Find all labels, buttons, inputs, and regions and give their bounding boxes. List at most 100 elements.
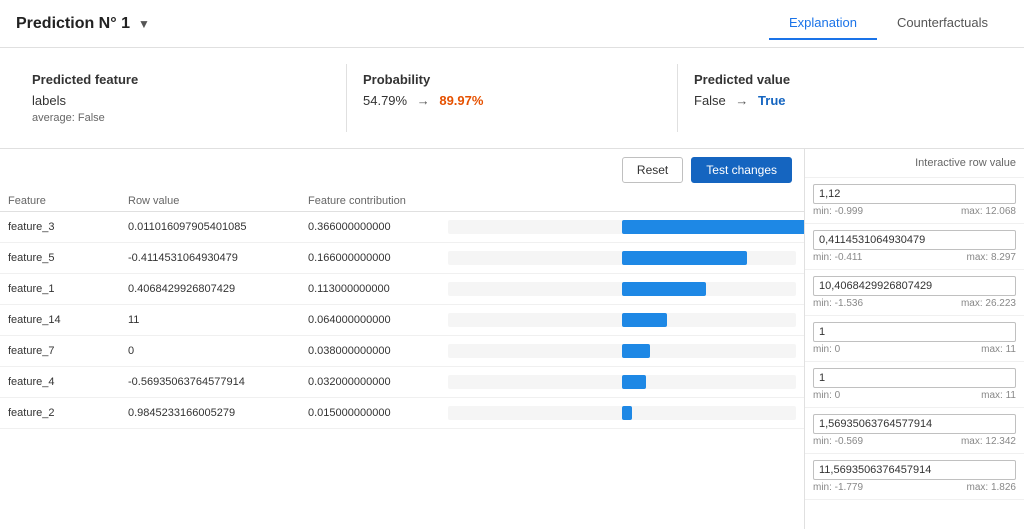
interactive-row: min: -0.411 max: 8.297	[805, 224, 1024, 270]
interactive-input[interactable]	[813, 414, 1016, 434]
bar-container	[448, 251, 796, 265]
interactive-row: min: -1.779 max: 1.826	[805, 454, 1024, 500]
bar-fill	[622, 251, 747, 265]
interactive-input[interactable]	[813, 322, 1016, 342]
right-panel: Interactive row value min: -0.999 max: 1…	[804, 149, 1024, 529]
probability-from: 54.79%	[363, 93, 407, 108]
min-label: min: -0.411	[813, 252, 862, 263]
bar-container	[448, 313, 796, 327]
cell-feature: feature_2	[0, 398, 120, 429]
interactive-minmax: min: -0.999 max: 12.068	[813, 206, 1016, 217]
bar-container	[448, 375, 796, 389]
cell-row-value: -0.56935063764577914	[120, 367, 300, 398]
min-label: min: -1.536	[813, 298, 863, 309]
cell-feature: feature_1	[0, 274, 120, 305]
test-changes-button[interactable]: Test changes	[691, 157, 792, 183]
table-row: feature_1 0.4068429926807429 0.113000000…	[0, 274, 804, 305]
interactive-minmax: min: -0.411 max: 8.297	[813, 252, 1016, 263]
bar-fill	[622, 220, 804, 234]
tab-counterfactuals[interactable]: Counterfactuals	[877, 7, 1008, 40]
main-area: Reset Test changes Feature Row value Fea…	[0, 149, 804, 529]
probability-to: 89.97%	[439, 93, 483, 108]
cell-row-value: 0.4068429926807429	[120, 274, 300, 305]
probability-value: 54.79% → 89.97%	[363, 93, 661, 108]
cell-contribution: 0.064000000000	[300, 305, 440, 336]
col-header-contribution: Feature contribution	[300, 191, 440, 212]
content: Reset Test changes Feature Row value Fea…	[0, 149, 1024, 529]
header-left: Prediction N° 1 ▼	[16, 15, 150, 33]
predicted-value-to: True	[758, 93, 785, 108]
cell-row-value: 11	[120, 305, 300, 336]
predicted-feature-label: Predicted feature	[32, 72, 330, 87]
bar-container	[448, 220, 796, 234]
probability-arrow: →	[417, 93, 430, 108]
interactive-row: min: -0.999 max: 12.068	[805, 178, 1024, 224]
summary-row: Predicted feature labels average: False …	[0, 48, 1024, 149]
summary-predicted-feature: Predicted feature labels average: False	[16, 64, 346, 132]
table-row: feature_4 -0.56935063764577914 0.0320000…	[0, 367, 804, 398]
max-label: max: 1.826	[967, 482, 1016, 493]
cell-row-value: 0	[120, 336, 300, 367]
table-row: feature_5 -0.4114531064930479 0.16600000…	[0, 243, 804, 274]
interactive-input[interactable]	[813, 460, 1016, 480]
interactive-input[interactable]	[813, 368, 1016, 388]
bar-fill	[622, 344, 650, 358]
max-label: max: 12.342	[961, 436, 1016, 447]
max-label: max: 26.223	[961, 298, 1016, 309]
cell-feature: feature_14	[0, 305, 120, 336]
interactive-minmax: min: 0 max: 11	[813, 344, 1016, 355]
header-tabs: Explanation Counterfactuals	[769, 7, 1008, 40]
min-label: min: 0	[813, 390, 840, 401]
cell-contribution: 0.032000000000	[300, 367, 440, 398]
predicted-value-arrow: →	[735, 93, 748, 108]
bar-container	[448, 344, 796, 358]
interactive-row: min: 0 max: 11	[805, 362, 1024, 408]
right-panel-header: Interactive row value	[805, 149, 1024, 178]
cell-feature: feature_3	[0, 212, 120, 243]
summary-predicted-value: Predicted value False → True	[677, 64, 1008, 132]
cell-bar	[440, 367, 804, 398]
prediction-dropdown-icon[interactable]: ▼	[138, 17, 150, 31]
cell-row-value: 0.011016097905401085	[120, 212, 300, 243]
interactive-minmax: min: -1.536 max: 26.223	[813, 298, 1016, 309]
reset-button[interactable]: Reset	[622, 157, 683, 183]
cell-contribution: 0.166000000000	[300, 243, 440, 274]
predicted-feature-value: labels	[32, 93, 330, 108]
header: Prediction N° 1 ▼ Explanation Counterfac…	[0, 0, 1024, 48]
cell-contribution: 0.113000000000	[300, 274, 440, 305]
interactive-row: min: -1.536 max: 26.223	[805, 270, 1024, 316]
max-label: max: 11	[981, 344, 1016, 355]
toolbar: Reset Test changes	[0, 149, 804, 191]
cell-bar	[440, 212, 804, 243]
table-wrapper: Feature Row value Feature contribution f…	[0, 191, 804, 529]
cell-row-value: -0.4114531064930479	[120, 243, 300, 274]
table-row: feature_7 0 0.038000000000	[0, 336, 804, 367]
summary-probability: Probability 54.79% → 89.97%	[346, 64, 677, 132]
cell-bar	[440, 305, 804, 336]
table-row: feature_2 0.9845233166005279 0.015000000…	[0, 398, 804, 429]
bar-container	[448, 406, 796, 420]
interactive-minmax: min: -0.569 max: 12.342	[813, 436, 1016, 447]
interactive-row: min: 0 max: 11	[805, 316, 1024, 362]
cell-contribution: 0.015000000000	[300, 398, 440, 429]
predicted-value-value: False → True	[694, 93, 992, 108]
col-header-bar	[440, 191, 804, 212]
max-label: max: 8.297	[967, 252, 1016, 263]
predicted-feature-sub: average: False	[32, 112, 330, 124]
interactive-minmax: min: 0 max: 11	[813, 390, 1016, 401]
col-header-feature: Feature	[0, 191, 120, 212]
bar-fill	[622, 375, 646, 389]
interactive-row: min: -0.569 max: 12.342	[805, 408, 1024, 454]
interactive-input[interactable]	[813, 276, 1016, 296]
interactive-input[interactable]	[813, 230, 1016, 250]
cell-feature: feature_5	[0, 243, 120, 274]
min-label: min: -1.779	[813, 482, 863, 493]
cell-row-value: 0.9845233166005279	[120, 398, 300, 429]
bar-fill	[622, 282, 706, 296]
predicted-value-from: False	[694, 93, 726, 108]
cell-bar	[440, 398, 804, 429]
cell-bar	[440, 243, 804, 274]
interactive-input[interactable]	[813, 184, 1016, 204]
tab-explanation[interactable]: Explanation	[769, 7, 877, 40]
table-row: feature_3 0.011016097905401085 0.3660000…	[0, 212, 804, 243]
